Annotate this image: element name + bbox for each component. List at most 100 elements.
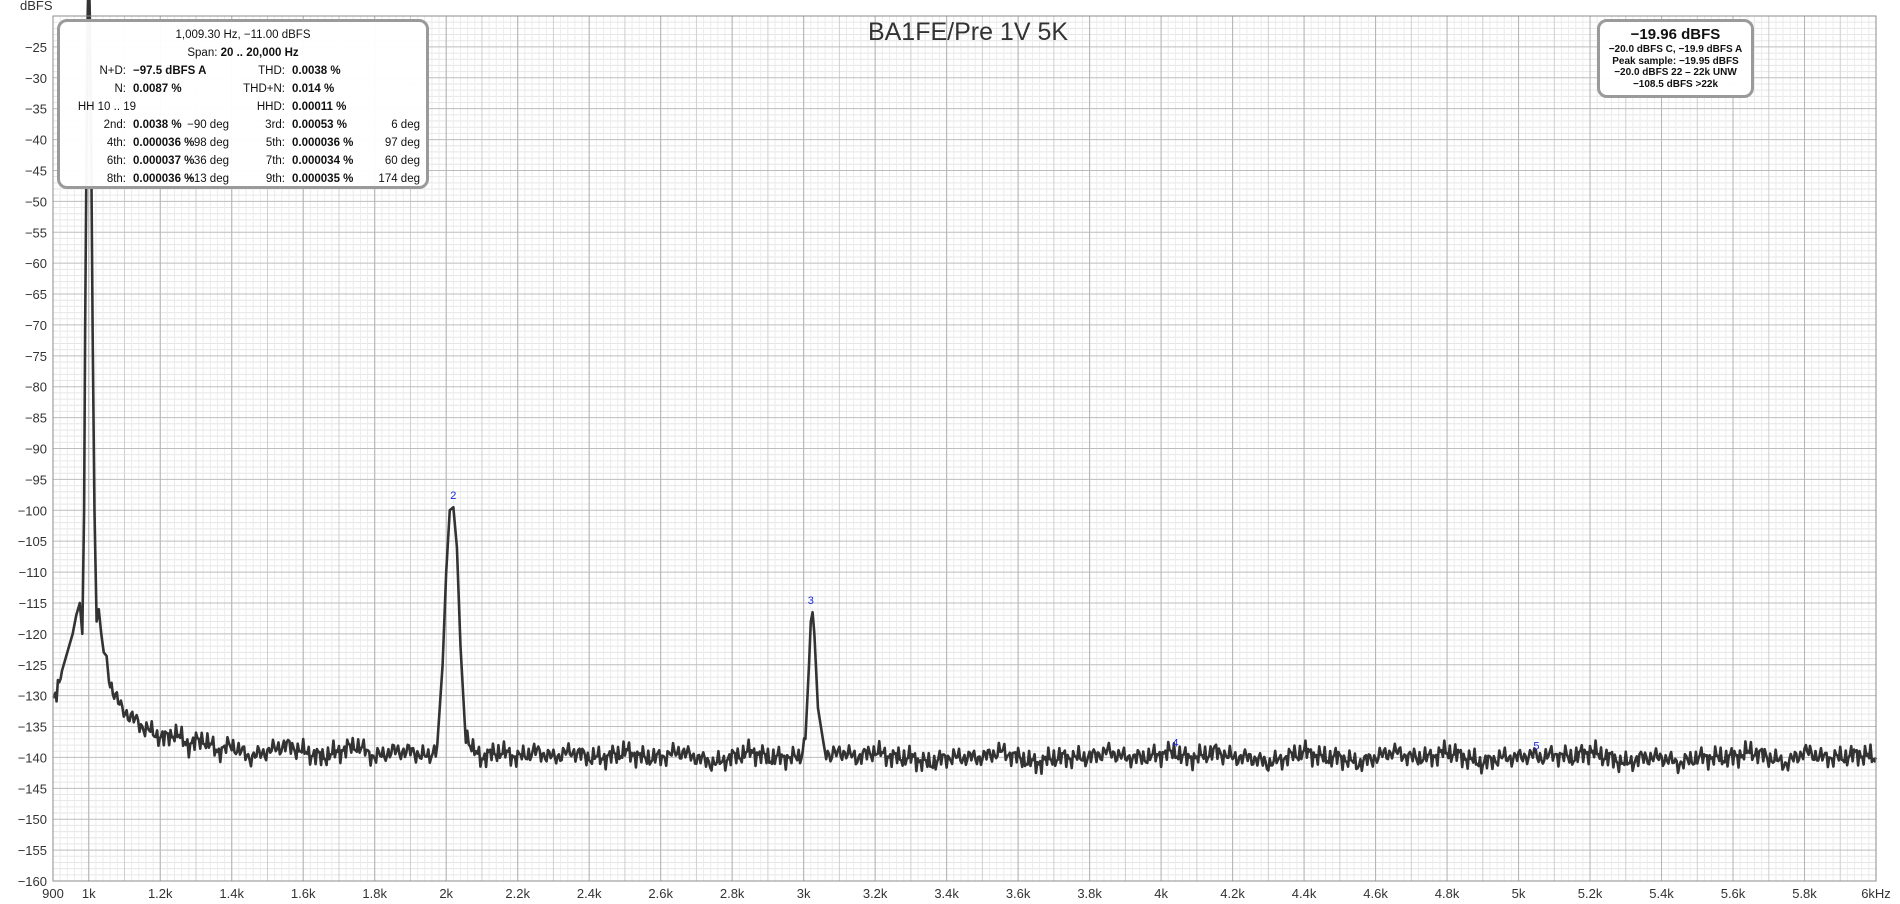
x-tick-label: 900 (42, 886, 64, 901)
x-tick-label: 1.8k (362, 886, 387, 901)
x-tick-label: 3.4k (934, 886, 959, 901)
level-main-value: −19.96 dBFS (1630, 26, 1721, 43)
y-tick-label: −35 (25, 102, 47, 117)
x-tick-label: 5.4k (1649, 886, 1674, 901)
x-tick-label: 5.6k (1721, 886, 1746, 901)
harmonic-phase: 36 deg (193, 155, 229, 167)
level-peak-sample: Peak sample: −19.95 dBFS (1612, 55, 1739, 67)
harmonic-value: 0.000036 % (133, 137, 195, 149)
x-tick-label: 4k (1154, 886, 1168, 901)
harmonic-label: 2nd: (103, 119, 126, 131)
y-tick-label: −100 (18, 503, 47, 518)
harmonic-marker-2: 2 (450, 490, 456, 502)
y-tick-label: −85 (25, 411, 47, 426)
x-tick-label: 1.4k (219, 886, 244, 901)
y-tick-label: −140 (18, 750, 47, 765)
x-tick-label: 3k (797, 886, 811, 901)
x-tick-label: 2.4k (577, 886, 602, 901)
y-tick-label: −105 (18, 534, 47, 549)
x-tick-label: 4.2k (1220, 886, 1245, 901)
y-tick-label: −25 (25, 40, 47, 55)
x-axis-ticks: 900 1k 1.2k 1.4k 1.6k 1.8k 2k 2.2k 2.4k 2.6k 2.8k 3… (42, 886, 1891, 901)
level-above-22k: −108.5 dBFS >22k (1632, 78, 1719, 90)
thd-label: THD: (258, 65, 285, 77)
hh-range-label: HH 10 .. 19 (77, 101, 136, 113)
thdn-label: THD+N: (243, 83, 285, 95)
y-tick-label: −150 (18, 812, 47, 827)
y-tick-label: −65 (25, 287, 47, 302)
hhd-label: HHD: (256, 101, 285, 113)
y-tick-label: −110 (19, 565, 47, 580)
n-label: N: (114, 83, 127, 95)
x-tick-label: 1.2k (148, 886, 173, 901)
thdn-value: 0.014 % (292, 83, 335, 95)
n-value: 0.0087 % (133, 83, 182, 95)
x-tick-label: 5.2k (1578, 886, 1603, 901)
x-tick-label: 3.2k (863, 886, 888, 901)
level-unweighted: −20.0 dBFS 22 – 22k UNW (1614, 67, 1737, 78)
x-tick-label: 4.4k (1292, 886, 1317, 901)
harmonic-phase: 6 deg (391, 119, 420, 131)
distortion-readout-panel[interactable]: 1,009.30 Hz, −11.00 dBFS Span: 20 .. 20,… (57, 19, 429, 189)
harmonic-marker-3: 3 (808, 595, 814, 607)
harmonic-marker-5: 5 (1533, 740, 1539, 752)
nd-label: N+D: (99, 65, 126, 77)
y-axis-ticks: −25 −30 −35 −40 −45 −50 −55 −60 −65 −70 −75 −80 −85 −… (18, 40, 47, 889)
analyzer-window: −25 −30 −35 −40 −45 −50 −55 −60 −65 −70 −75 −80 −85 −… (0, 0, 1900, 904)
x-tick-label: 3.8k (1077, 886, 1102, 901)
thd-value: 0.0038 % (292, 65, 341, 77)
level-weighted: −20.0 dBFS C, −19.9 dBFS A (1608, 44, 1743, 55)
y-tick-label: −115 (19, 596, 47, 611)
harmonic-label: 9th: (265, 173, 285, 185)
harmonic-marker-4: 4 (1172, 737, 1178, 749)
harmonic-row: 6th: 0.000037 % 36 deg 7th: 0.000034 % 6… (60, 152, 426, 170)
y-tick-label: −55 (25, 225, 47, 240)
harmonic-phase: 98 deg (193, 137, 229, 149)
y-tick-label: −75 (25, 349, 47, 364)
nd-value: −97.5 dBFS A (133, 65, 207, 77)
hhd-value: 0.00011 % (292, 101, 347, 113)
harmonic-phase: 60 deg (384, 155, 420, 167)
x-tick-label: 2k (439, 886, 453, 901)
x-tick-label: 2.2k (505, 886, 530, 901)
y-tick-label: −125 (18, 658, 47, 673)
x-tick-label: 4.8k (1435, 886, 1460, 901)
harmonic-label: 6th: (106, 155, 126, 167)
y-tick-label: −90 (25, 442, 47, 457)
harmonic-label: 5th: (265, 137, 285, 149)
chart-title: BA1FE/Pre 1V 5K (868, 18, 1068, 46)
harmonic-label: 7th: (265, 155, 285, 167)
x-tick-label: 5.8k (1792, 886, 1817, 901)
harmonic-phase: 97 deg (384, 137, 420, 149)
harmonic-value: 0.0038 % (133, 119, 182, 131)
y-tick-label: −145 (18, 781, 47, 796)
harmonic-phase: −90 deg (187, 119, 229, 131)
harmonic-value: 0.00053 % (292, 119, 347, 131)
level-readout-panel[interactable]: −19.96 dBFS −20.0 dBFS C, −19.9 dBFS A P… (1597, 19, 1754, 98)
y-tick-label: −70 (25, 318, 47, 333)
harmonic-label: 3rd: (265, 119, 285, 131)
harmonic-value: 0.000036 % (133, 173, 195, 185)
y-tick-label: −95 (25, 472, 47, 487)
y-tick-label: −120 (18, 627, 47, 642)
span-label: Span: (187, 47, 218, 59)
y-tick-label: −40 (25, 133, 47, 148)
harmonic-row: 4th: 0.000036 % 98 deg 5th: 0.000036 % 9… (60, 134, 426, 152)
harmonic-phase: −13 deg (187, 173, 229, 185)
harmonic-value: 0.000035 % (292, 173, 354, 185)
y-tick-label: −80 (25, 380, 47, 395)
harmonic-phase: 174 deg (378, 173, 420, 185)
x-tick-label: 3.6k (1006, 886, 1031, 901)
y-tick-label: −135 (18, 720, 47, 735)
harmonic-value: 0.000036 % (292, 137, 354, 149)
x-tick-label: 1.6k (291, 886, 316, 901)
span-readout: Span: 20 .. 20,000 Hz (60, 44, 426, 62)
y-axis-label: dBFS (20, 0, 53, 13)
harmonic-row: 2nd: 0.0038 % −90 deg 3rd: 0.00053 % 6 d… (60, 116, 426, 134)
x-tick-label: 2.8k (720, 886, 745, 901)
harmonic-value: 0.000037 % (133, 155, 195, 167)
harmonic-row: 8th: 0.000036 % −13 deg 9th: 0.000035 % … (60, 170, 426, 188)
x-tick-label: 5k (1512, 886, 1526, 901)
harmonic-value: 0.000034 % (292, 155, 354, 167)
harmonic-label: 8th: (106, 173, 126, 185)
